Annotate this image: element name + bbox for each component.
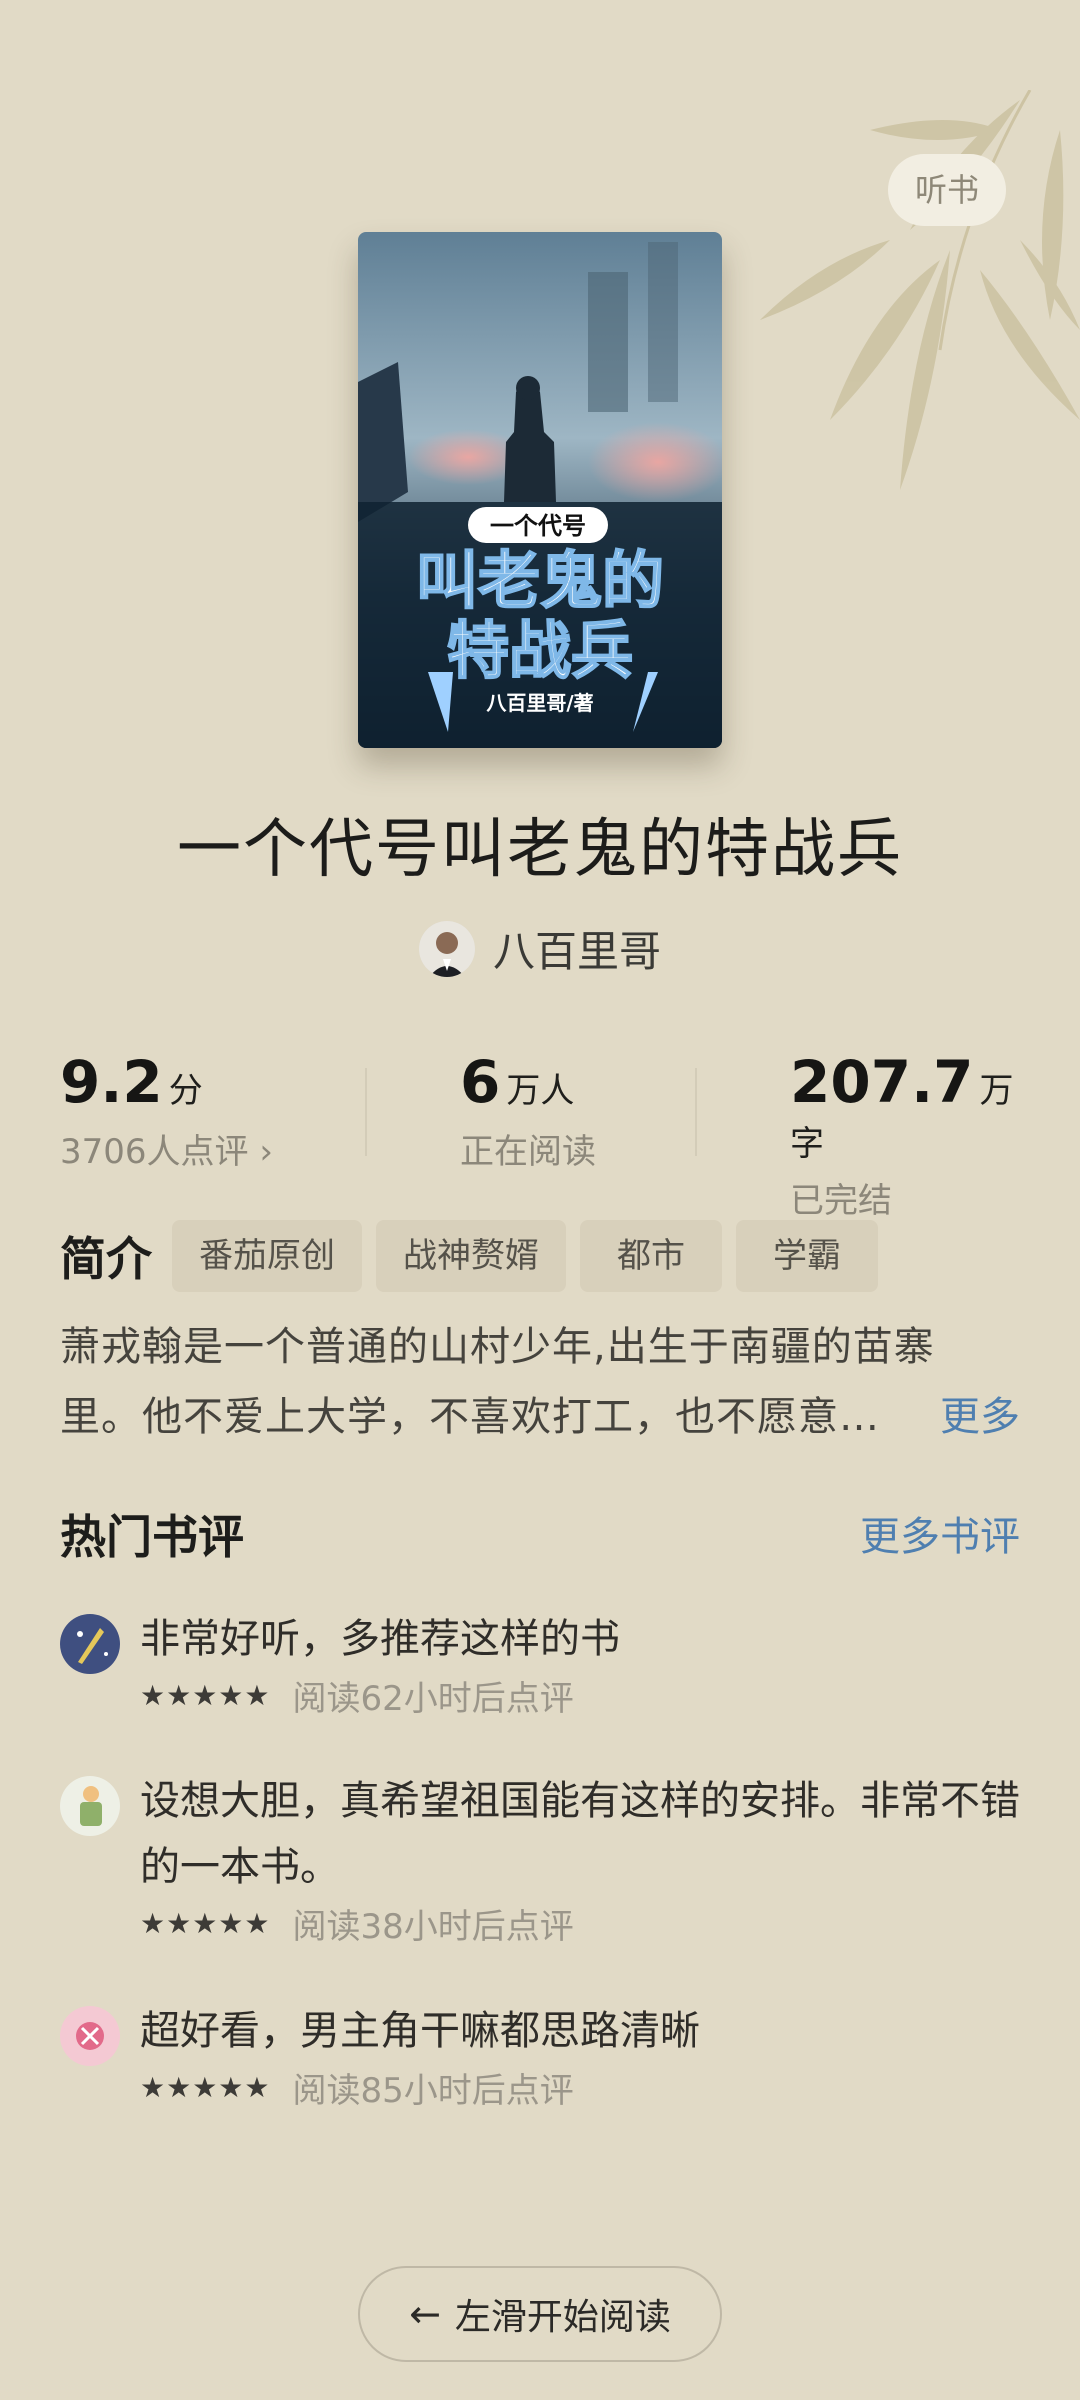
stats-row: 9.2 分 3706人点评 › 6 万人 正在阅读 207.7 万字 已完结 <box>60 1048 1020 1221</box>
stats-divider <box>365 1068 367 1156</box>
reviewer-avatar-icon <box>60 1614 120 1674</box>
review-text: 设想大胆，真希望祖国能有这样的安排。非常不错的一本书。 <box>140 1778 1020 1890</box>
more-reviews-link[interactable]: 更多书评 <box>860 1502 1020 1572</box>
intro-label: 简介 <box>60 1232 152 1286</box>
rating-stars: ★★★★★ <box>140 1678 271 1712</box>
person-icon <box>418 920 475 977</box>
readers-value: 6 <box>460 1048 501 1116</box>
tag-chip[interactable]: 番茄原创 <box>172 1220 362 1292</box>
words-stat: 207.7 万字 已完结 <box>790 1048 1020 1222</box>
intro-more-link[interactable]: 更多 <box>940 1382 1020 1452</box>
rating-stars: ★★★★★ <box>140 1906 271 1940</box>
bamboo-decoration <box>760 90 1080 490</box>
status-label: 已完结 <box>790 1181 892 1221</box>
readers-unit: 万人 <box>506 1071 575 1111</box>
rating-stat[interactable]: 9.2 分 3706人点评 › <box>60 1048 273 1173</box>
arrow-left-icon: ← <box>409 2292 441 2336</box>
book-cover[interactable]: 一个代号 叫老鬼的 特战兵 八百里哥/著 <box>358 232 722 748</box>
reviewer-avatar-icon <box>60 1776 120 1836</box>
hot-reviews-title: 热门书评 <box>60 1510 244 1564</box>
cover-title-line-2: 特战兵 <box>447 614 633 687</box>
stats-divider <box>695 1068 697 1156</box>
readers-stat: 6 万人 正在阅读 <box>460 1048 596 1173</box>
listen-book-button[interactable]: 听书 <box>888 154 1006 226</box>
reviewer-avatar[interactable] <box>60 1776 120 1836</box>
intro-text[interactable]: 萧戎翰是一个普通的山村少年,出生于南疆的苗寨 里。他不爱上大学，不喜欢打工，也不… <box>60 1312 1020 1452</box>
tag-chip[interactable]: 都市 <box>580 1220 722 1292</box>
book-title: 一个代号叫老鬼的特战兵 <box>177 813 903 887</box>
rating-unit: 分 <box>168 1071 203 1111</box>
review-meta: 阅读62小时后点评 <box>292 1678 574 1719</box>
reviewer-avatar[interactable] <box>60 1614 120 1674</box>
cover-author-credit: 八百里哥/著 <box>486 691 593 715</box>
start-reading-label: 左滑开始阅读 <box>454 2297 671 2338</box>
reviewer-avatar-icon <box>60 2006 120 2066</box>
tag-chip[interactable]: 学霸 <box>736 1220 878 1292</box>
review-meta: 阅读38小时后点评 <box>292 1906 574 1947</box>
start-reading-button[interactable]: ← 左滑开始阅读 <box>358 2266 722 2362</box>
author-name[interactable]: 八百里哥 <box>493 918 661 979</box>
rating-value: 9.2 <box>60 1048 163 1116</box>
reviewer-avatar[interactable] <box>60 2006 120 2066</box>
words-value: 207.7 <box>790 1048 974 1116</box>
review-item[interactable]: 非常好听，多推荐这样的书 ★★★★★ 阅读62小时后点评 <box>60 1606 1020 1719</box>
tag-chip[interactable]: 战神赘婿 <box>376 1220 566 1292</box>
intro-line: 萧戎翰是一个普通的山村少年,出生于南疆的苗寨 <box>60 1324 935 1370</box>
rating-stars: ★★★★★ <box>140 2070 271 2104</box>
review-item[interactable]: 超好看，男主角干嘛都思路清晰 ★★★★★ 阅读85小时后点评 <box>60 1998 1020 2111</box>
author-row[interactable]: 八百里哥 <box>0 918 1080 979</box>
review-text: 非常好听，多推荐这样的书 <box>140 1616 620 1662</box>
review-text: 超好看，男主角干嘛都思路清晰 <box>140 2008 700 2054</box>
cover-title-line-1: 叫老鬼的 <box>416 544 664 617</box>
intro-line: 里。他不爱上大学，不喜欢打工，也不愿意… <box>60 1394 880 1440</box>
hot-reviews-header: 热门书评 更多书评 <box>60 1502 1020 1572</box>
cover-illustration: 一个代号 叫老鬼的 特战兵 八百里哥/著 <box>358 232 722 748</box>
author-avatar[interactable] <box>418 920 475 977</box>
cover-subtitle-text: 一个代号 <box>490 512 586 540</box>
rating-count[interactable]: 3706人点评 › <box>60 1124 273 1173</box>
readers-label: 正在阅读 <box>460 1132 596 1172</box>
review-meta: 阅读85小时后点评 <box>292 2070 574 2111</box>
intro-tags-row: 简介 番茄原创 战神赘婿 都市 学霸 <box>60 1218 1020 1294</box>
review-item[interactable]: 设想大胆，真希望祖国能有这样的安排。非常不错的一本书。 ★★★★★ 阅读38小时… <box>60 1768 1020 1947</box>
